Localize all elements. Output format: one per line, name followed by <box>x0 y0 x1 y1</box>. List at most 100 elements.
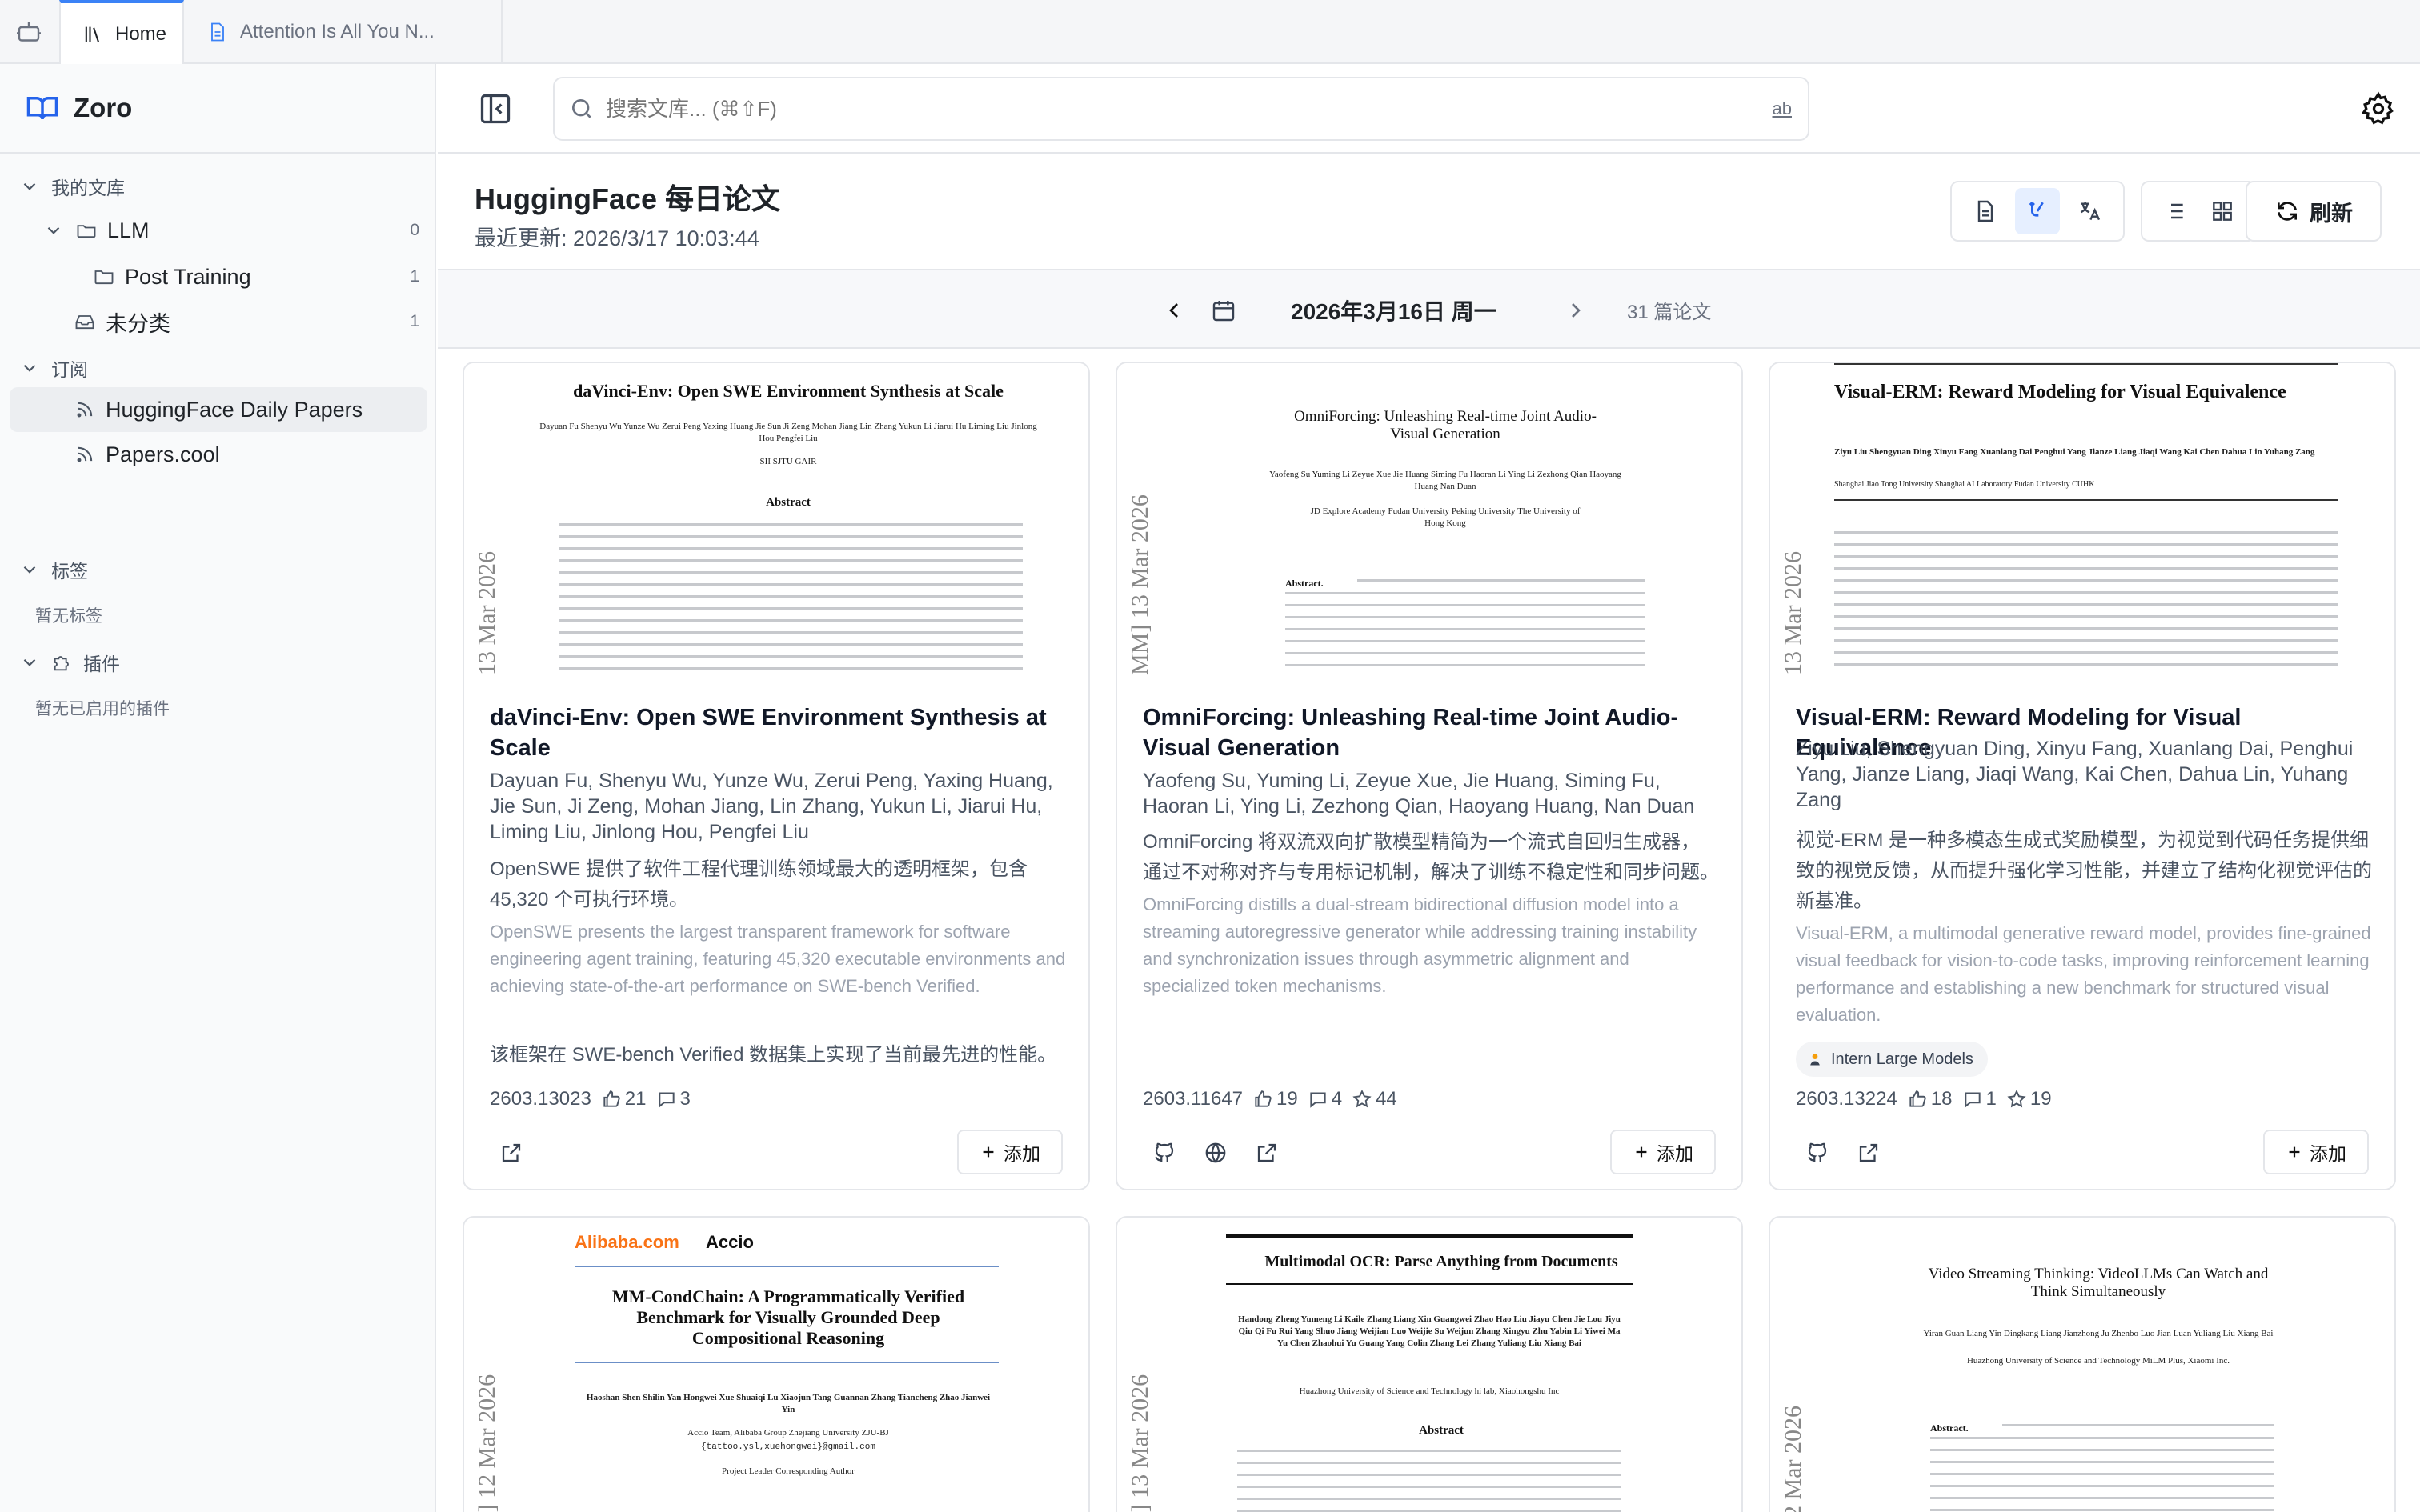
thumb-abstract-heading: Abstract. <box>1930 1422 1969 1434</box>
inbox-icon <box>75 315 94 330</box>
sidebar-item-papers-cool-label: Papers.cool <box>106 442 220 466</box>
thumb-authors: Yiran Guan Liang Yin Dingkang Liang Jian… <box>1923 1329 2274 1338</box>
thumb-top-rule <box>1834 363 2338 365</box>
thumb-affiliations: Huazhong University of Science and Techn… <box>1966 1356 2230 1366</box>
github-icon[interactable] <box>1805 1141 1829 1165</box>
paper-thumbnail[interactable]: MM] 13 Mar 2026 OmniForcing: Unleashing … <box>1117 363 1741 678</box>
thumb-footnote: Project Leader Corresponding Author <box>722 1466 855 1476</box>
paper-authors: Yaofeng Su, Yuming Li, Zeyue Xue, Jie Hu… <box>1143 770 1695 818</box>
chevron-left-icon[interactable] <box>1161 298 1187 323</box>
paper-thumbnail[interactable]: 13 Mar 2026 daVinci-Env: Open SWE Enviro… <box>464 363 1088 678</box>
list-view-button[interactable] <box>2154 188 2195 234</box>
thumb-abstract-heading: Abstract <box>1419 1424 1464 1437</box>
paper-card[interactable]: V] 12 Mar 2026 Alibaba.com Accio MM-Cond… <box>463 1216 1090 1512</box>
chevron-down-icon <box>23 566 36 574</box>
thumb-title: MM-CondChain: A Programmatically Verifie… <box>611 1286 965 1348</box>
paper-thumbnail[interactable]: V] 13 Mar 2026 Multimodal OCR: Parse Any… <box>1117 1218 1741 1512</box>
paper-authors: Dayuan Fu, Shenyu Wu, Yunze Wu, Zerui Pe… <box>490 770 1053 843</box>
document-icon <box>211 22 224 42</box>
github-icon[interactable] <box>1152 1141 1176 1165</box>
grid-view-button[interactable] <box>2202 188 2243 234</box>
thumb-arxiv-date: 13 Mar 2026 <box>474 551 500 675</box>
translate-button[interactable] <box>2066 188 2112 234</box>
sidebar-item-post-training[interactable]: Post Training 1 <box>93 256 419 298</box>
refresh-button[interactable]: 刷新 <box>2246 181 2382 242</box>
thumb-affiliations: JD Explore Academy Fudan University Peki… <box>1310 506 1581 528</box>
external-link-icon[interactable] <box>499 1141 523 1165</box>
tags-label: 标签 <box>51 561 88 582</box>
refresh-icon <box>2278 202 2297 221</box>
external-link-icon[interactable] <box>1255 1141 1279 1165</box>
thumb-abstract-heading: Abstract. <box>1285 578 1324 589</box>
add-to-library-button[interactable]: 添加 <box>1610 1130 1716 1174</box>
calendar-icon[interactable] <box>1211 298 1236 323</box>
paper-card[interactable]: V] 13 Mar 2026 Multimodal OCR: Parse Any… <box>1116 1216 1743 1512</box>
add-label: 添加 <box>2310 1143 2346 1164</box>
tags-section-toggle[interactable]: 标签 <box>19 549 419 590</box>
folder-icon <box>94 270 114 285</box>
comment-count: 1 <box>1985 1088 1997 1110</box>
paper-count: 31 篇论文 <box>1627 302 1712 323</box>
last-updated: 最近更新: 2026/3/17 10:03:44 <box>475 226 759 250</box>
sidebar-item-papers-cool[interactable]: Papers.cool <box>74 434 419 475</box>
sidebar-item-unfiled[interactable]: 未分类 1 <box>74 301 419 342</box>
thumb-arxiv-date: 12 Mar 2026 <box>1780 1406 1806 1512</box>
paper-title[interactable]: OmniForcing: Unleashing Real-time Joint … <box>1143 702 1719 763</box>
translate-icon <box>2080 202 2100 221</box>
plugins-section-toggle[interactable]: 插件 <box>19 642 419 683</box>
paper-card[interactable]: 12 Mar 2026 Video Streaming Thinking: Vi… <box>1769 1216 2396 1512</box>
plus-icon <box>983 1146 994 1158</box>
thumb-abstract-lines <box>559 523 1023 678</box>
search-box[interactable]: ab <box>553 77 1809 141</box>
thumb-authors: Handong Zheng Yumeng Li Kaile Zhang Lian… <box>1238 1314 1621 1348</box>
folder-count: 1 <box>410 312 419 330</box>
paper-card[interactable]: 13 Mar 2026 Visual-ERM: Reward Modeling … <box>1769 362 2396 1190</box>
tab-paper-label: Attention Is All You N... <box>240 21 435 42</box>
tab-home-label: Home <box>115 23 167 45</box>
robot-icon[interactable] <box>14 18 43 46</box>
sidebar-item-huggingface[interactable]: HuggingFace Daily Papers <box>74 389 419 430</box>
library-section-toggle[interactable]: 我的文库 <box>19 166 419 207</box>
add-to-library-button[interactable]: 添加 <box>957 1130 1063 1174</box>
search-input[interactable] <box>606 96 1726 122</box>
arxiv-id: 2603.11647 <box>1143 1088 1244 1110</box>
sidebar-item-llm[interactable]: LLM 0 <box>43 210 419 251</box>
paper-thumbnail[interactable]: 12 Mar 2026 Video Streaming Thinking: Vi… <box>1770 1218 2394 1512</box>
tab-home[interactable]: Home <box>59 0 184 66</box>
thumb-abstract-lines <box>1237 1450 1621 1512</box>
comment-count: 3 <box>679 1088 691 1110</box>
add-label: 添加 <box>1004 1143 1040 1164</box>
paper-thumbnail[interactable]: 13 Mar 2026 Visual-ERM: Reward Modeling … <box>1770 363 2394 678</box>
add-to-library-button[interactable]: 添加 <box>2263 1130 2369 1174</box>
abstract-view-button[interactable] <box>1963 188 2009 234</box>
thumb-arxiv-date: V] 13 Mar 2026 <box>1127 1374 1153 1512</box>
globe-icon[interactable] <box>1204 1141 1228 1165</box>
paper-card[interactable]: 13 Mar 2026 daVinci-Env: Open SWE Enviro… <box>463 362 1090 1190</box>
rss-icon <box>77 446 93 462</box>
sidebar-collapse-icon[interactable] <box>478 91 513 126</box>
thumb-abstract-lines <box>2002 1424 2274 1436</box>
star-icon <box>1352 1090 1372 1108</box>
tab-paper[interactable]: Attention Is All You N... <box>186 0 503 64</box>
case-toggle[interactable]: ab <box>1773 98 1792 119</box>
plugins-empty-note: 暂无已启用的插件 <box>35 700 170 718</box>
thumb-abstract-heading: Abstract <box>766 496 811 509</box>
star-icon <box>2007 1090 2026 1108</box>
folder-count: 0 <box>410 221 419 239</box>
paper-title[interactable]: daVinci-Env: Open SWE Environment Synthe… <box>490 702 1066 763</box>
comment-icon <box>1964 1092 1981 1108</box>
paper-card[interactable]: MM] 13 Mar 2026 OmniForcing: Unleashing … <box>1116 362 1743 1190</box>
chevron-down-icon <box>23 364 36 372</box>
summary-zh: OpenSWE 提供了软件工程代理训练领域最大的透明框架，包含 45,320 个… <box>490 858 1028 910</box>
paper-thumbnail[interactable]: V] 12 Mar 2026 Alibaba.com Accio MM-Cond… <box>464 1218 1088 1512</box>
branch-view-button[interactable] <box>2014 188 2061 234</box>
org-tag[interactable]: Intern Large Models <box>1796 1042 1988 1077</box>
like-count: 19 <box>1276 1088 1298 1110</box>
gear-icon[interactable] <box>2361 91 2396 126</box>
summary-zh: 视觉-ERM 是一种多模态生成式奖励模型，为视觉到代码任务提供细致的视觉反馈，从… <box>1796 830 2372 912</box>
feeds-section-toggle[interactable]: 订阅 <box>19 347 419 389</box>
feeds-label: 订阅 <box>51 359 88 380</box>
chevron-right-icon[interactable] <box>1563 298 1589 323</box>
external-link-icon[interactable] <box>1857 1141 1881 1165</box>
thumb-affiliations: Accio Team, Alibaba Group Zhejiang Unive… <box>687 1428 889 1438</box>
